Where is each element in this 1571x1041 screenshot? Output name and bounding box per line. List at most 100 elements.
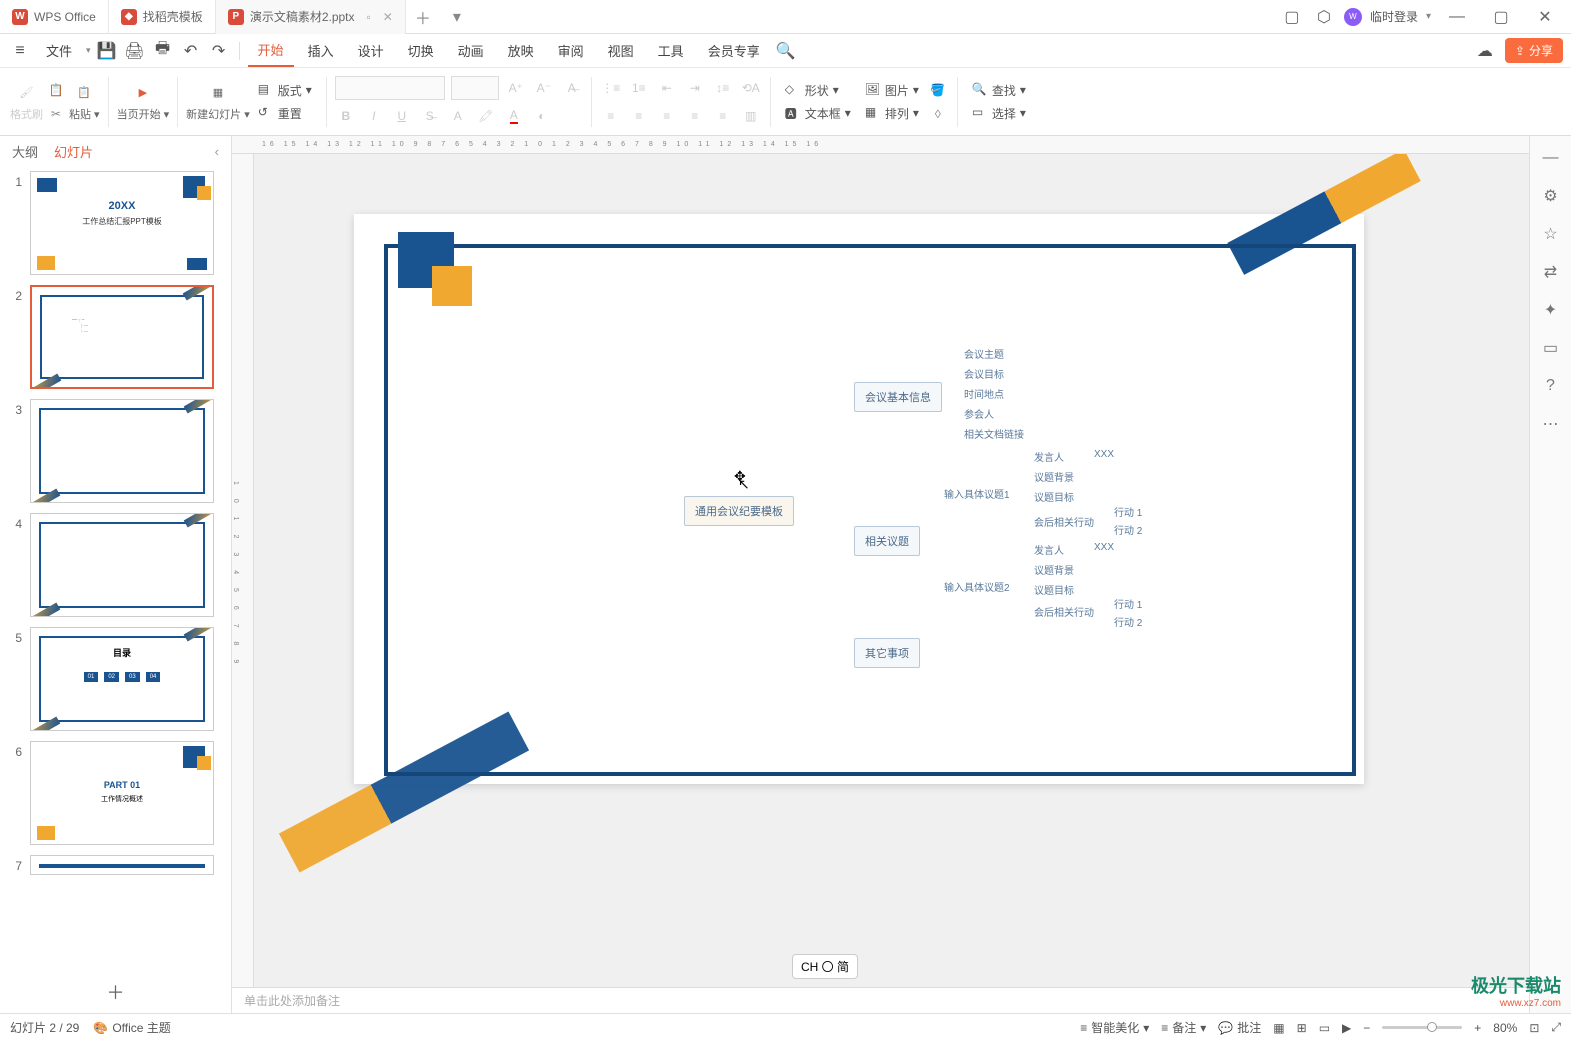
copy-icon[interactable]: 📋 (45, 79, 67, 101)
vertical-ruler[interactable]: 1 0 1 2 3 4 5 6 7 8 9 (232, 154, 254, 987)
mindmap-leaf[interactable]: 发言人 (1034, 542, 1064, 557)
shrink-font-icon[interactable]: A⁻ (533, 77, 555, 99)
tab-transition[interactable]: 切换 (398, 35, 444, 66)
numbering-icon[interactable]: 1≡ (628, 77, 650, 99)
transfer-icon[interactable]: ⇄ (1539, 260, 1563, 284)
mindmap-root[interactable]: 通用会议纪要模板 (684, 496, 794, 526)
mindmap-leaf[interactable]: 议题目标 (1034, 582, 1074, 597)
view-slideshow-icon[interactable]: ▶ (1342, 1021, 1351, 1035)
share-button[interactable]: ⇪ 分享 (1505, 38, 1563, 63)
tab-animation[interactable]: 动画 (448, 35, 494, 66)
align-justify-icon[interactable]: ≡ (684, 105, 706, 127)
text-direction-icon[interactable]: ⟲A (740, 77, 762, 99)
app-tab-template[interactable]: ◆ 找稻壳模板 (109, 0, 216, 34)
print-preview-icon[interactable]: 🖶 (151, 37, 175, 65)
expand-icon[interactable]: ⤢ (1551, 1020, 1561, 1035)
arrange-button[interactable]: ▦排列 ▾ (859, 103, 925, 124)
align-right-icon[interactable]: ≡ (656, 105, 678, 127)
star-icon[interactable]: ☆ (1539, 222, 1563, 246)
comments-toggle[interactable]: 💬 批注 (1218, 1019, 1261, 1036)
adjust-icon[interactable]: ⚙ (1539, 184, 1563, 208)
help-icon[interactable]: ? (1539, 374, 1563, 398)
book-icon[interactable]: ▭ (1539, 336, 1563, 360)
minus-icon[interactable]: — (1539, 146, 1563, 170)
add-slide-button[interactable]: ＋ (0, 971, 231, 1013)
mindmap-leaf[interactable]: 发言人 (1034, 449, 1064, 464)
slides-list[interactable]: 1 20XX 工作总结汇报PPT模板 2 ━━ ┬ ━ ├ ━ └ ━ 3 (0, 167, 231, 971)
underline-icon[interactable]: U (391, 105, 413, 127)
login-label[interactable]: 临时登录 (1370, 8, 1418, 25)
canvas-viewport[interactable]: 通用会议纪要模板 会议基本信息 相关议题 其它事项 会议主题 会议目标 时间地点… (254, 154, 1529, 987)
slide-counter[interactable]: 幻灯片 2 / 29 (10, 1019, 79, 1036)
zoom-level[interactable]: 80% (1493, 1021, 1517, 1035)
indent-inc-icon[interactable]: ⇥ (684, 77, 706, 99)
mindmap-leaf[interactable]: 行动 1 (1114, 504, 1142, 519)
format-painter-button[interactable]: 🖌 格式刷 (10, 82, 43, 122)
slides-tab[interactable]: 幻灯片 (54, 142, 93, 161)
align-center-icon[interactable]: ≡ (628, 105, 650, 127)
collapse-panel-icon[interactable]: ‹ (215, 144, 219, 159)
textbox-button[interactable]: 🅰文本框 ▾ (779, 103, 857, 124)
text-fill-icon[interactable]: ◐ (531, 105, 553, 127)
mindmap-leaf[interactable]: 议题目标 (1034, 489, 1074, 504)
paste-button[interactable]: 📋 粘贴 ▾ (69, 82, 100, 122)
notes-pane[interactable]: 单击此处添加备注 (232, 987, 1529, 1013)
window-maximize[interactable]: ▢ (1483, 2, 1519, 32)
mindmap-leaf[interactable]: 会议主题 (964, 346, 1004, 361)
mindmap-leaf[interactable]: 行动 1 (1114, 596, 1142, 611)
mindmap-leaf[interactable]: 会后相关行动 (1034, 604, 1094, 619)
mindmap-leaf[interactable]: 议题背景 (1034, 562, 1074, 577)
view-sorter-icon[interactable]: ⊞ (1297, 1021, 1307, 1035)
mindmap-leaf[interactable]: 时间地点 (964, 386, 1004, 401)
tab-tools[interactable]: 工具 (648, 35, 694, 66)
slide-thumbnail-2[interactable]: 2 ━━ ┬ ━ ├ ━ └ ━ (8, 285, 223, 389)
zoom-out-icon[interactable]: − (1363, 1021, 1370, 1035)
highlight-icon[interactable]: 🖍 (475, 105, 497, 127)
menu-icon[interactable]: ≡ (8, 37, 32, 65)
tab-list-button[interactable]: ▾ (440, 7, 474, 27)
outline-color-icon[interactable]: ◊ (927, 103, 949, 125)
file-dropdown-icon[interactable]: ▾ (86, 45, 91, 56)
align-left-icon[interactable]: ≡ (600, 105, 622, 127)
slide-canvas[interactable]: 通用会议纪要模板 会议基本信息 相关议题 其它事项 会议主题 会议目标 时间地点… (354, 214, 1364, 784)
mindmap-object[interactable]: 通用会议纪要模板 会议基本信息 相关议题 其它事项 会议主题 会议目标 时间地点… (684, 304, 1324, 734)
undo-icon[interactable]: ↶ (179, 37, 203, 65)
fit-icon[interactable]: ⊡ (1529, 1021, 1539, 1035)
font-color-icon[interactable]: A (503, 105, 525, 127)
mindmap-leaf[interactable]: XXX (1094, 542, 1114, 553)
slide-thumbnail-5[interactable]: 5 目录 01 02 03 04 (8, 627, 223, 731)
tab-insert[interactable]: 插入 (298, 35, 344, 66)
find-button[interactable]: 🔍查找 ▾ (966, 80, 1032, 101)
theme-indicator[interactable]: 🎨 Office 主题 (93, 1019, 170, 1036)
mindmap-leaf[interactable]: 参会人 (964, 406, 994, 421)
indent-dec-icon[interactable]: ⇤ (656, 77, 678, 99)
text-effect-icon[interactable]: A (447, 105, 469, 127)
add-tab-button[interactable]: ＋ (406, 5, 440, 29)
beautify-button[interactable]: ≡ 智能美化 ▾ (1080, 1019, 1149, 1036)
font-size-select[interactable] (451, 76, 499, 100)
cube-icon[interactable]: ⬡ (1312, 5, 1336, 29)
slide-thumbnail-4[interactable]: 4 (8, 513, 223, 617)
mindmap-node[interactable]: 会议基本信息 (854, 382, 942, 412)
reset-button[interactable]: ↺重置 (252, 103, 318, 124)
new-slide-button[interactable]: ▦ 新建幻灯片 ▾ (186, 82, 250, 122)
magic-icon[interactable]: ✦ (1539, 298, 1563, 322)
slide-thumbnail-1[interactable]: 1 20XX 工作总结汇报PPT模板 (8, 171, 223, 275)
cut-icon[interactable]: ✂ (45, 103, 67, 125)
slide-thumbnail-6[interactable]: 6 PART 01 工作情况概述 (8, 741, 223, 845)
font-family-select[interactable] (335, 76, 445, 100)
search-menu-icon[interactable]: 🔍 (774, 37, 798, 65)
mindmap-leaf[interactable]: 相关文档链接 (964, 426, 1024, 441)
mindmap-leaf[interactable]: 输入具体议题2 (944, 579, 1010, 594)
columns-icon[interactable]: ▥ (740, 105, 762, 127)
mindmap-leaf[interactable]: 会后相关行动 (1034, 514, 1094, 529)
mindmap-leaf[interactable]: 输入具体议题1 (944, 486, 1010, 501)
tab-review[interactable]: 审阅 (548, 35, 594, 66)
slide-thumbnail-7[interactable]: 7 (8, 855, 223, 875)
bold-icon[interactable]: B (335, 105, 357, 127)
notes-toggle[interactable]: ≡ 备注 ▾ (1161, 1019, 1206, 1036)
mindmap-leaf[interactable]: XXX (1094, 449, 1114, 460)
mindmap-node[interactable]: 相关议题 (854, 526, 920, 556)
view-reading-icon[interactable]: ▭ (1319, 1021, 1330, 1035)
mindmap-leaf[interactable]: 会议目标 (964, 366, 1004, 381)
